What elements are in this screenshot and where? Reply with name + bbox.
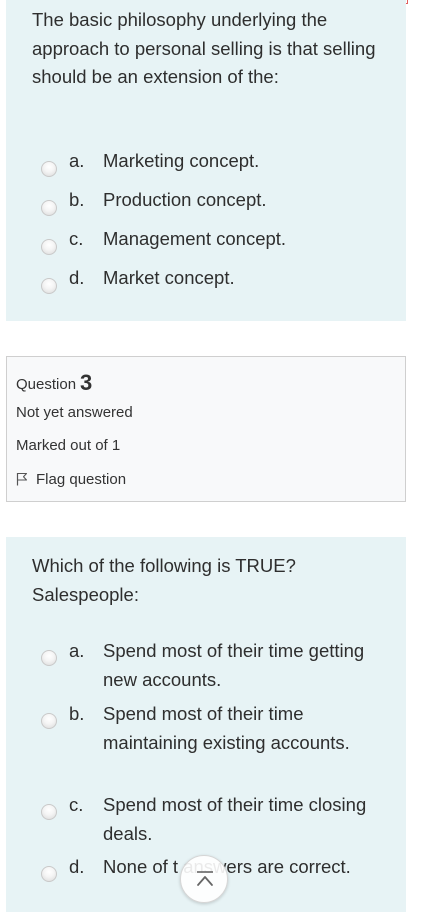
answer-text: Spend most of their time maintaining exi… <box>103 703 350 753</box>
answer-letter: a. <box>69 150 85 171</box>
flag-question-label: Flag question <box>36 471 127 488</box>
answer-text: Management concept. <box>103 228 287 249</box>
answer-letter: b. <box>69 703 85 724</box>
radio-button[interactable] <box>41 650 57 666</box>
radio-button[interactable] <box>41 713 57 729</box>
question-marks: Marked out of 1 <box>16 437 121 454</box>
answer-text: Spend most of their time closing deals. <box>103 794 367 844</box>
question-2-content: The basic philosophy underlying the appr… <box>6 0 406 321</box>
flag-icon <box>16 472 28 486</box>
radio-button[interactable] <box>41 239 57 255</box>
answer-text: Market concept. <box>103 267 235 288</box>
question-label: Question <box>16 376 77 393</box>
question-3-text: Which of the following is TRUE? Salespeo… <box>32 555 296 605</box>
radio-button[interactable] <box>41 804 57 820</box>
question-2-text: The basic philosophy underlying the appr… <box>32 9 376 87</box>
answer-letter: b. <box>69 189 85 210</box>
question-status: Not yet answered <box>16 404 133 421</box>
answer-text: Production concept. <box>103 189 267 210</box>
radio-button[interactable] <box>41 866 57 882</box>
scroll-to-top-button[interactable] <box>180 855 228 903</box>
answer-letter: d. <box>69 856 85 877</box>
answer-text: None of t answers are correct. <box>103 856 351 877</box>
radio-button[interactable] <box>41 278 57 294</box>
answer-text: Spend most of their time getting new acc… <box>103 640 365 690</box>
question-3-info: Question 3 Not yet answered Marked out of… <box>6 356 406 502</box>
answer-letter: a. <box>69 640 85 661</box>
answer-letter: d. <box>69 267 85 288</box>
answer-letter: c. <box>69 794 84 815</box>
question-number: Question 3 <box>16 369 92 395</box>
question-number-value: 3 <box>80 370 93 395</box>
answer-letter: c. <box>69 228 84 249</box>
flag-question-link[interactable]: Flag question <box>16 471 126 488</box>
radio-button[interactable] <box>41 161 57 177</box>
radio-button[interactable] <box>41 200 57 216</box>
answer-text: Marketing concept. <box>103 150 260 171</box>
